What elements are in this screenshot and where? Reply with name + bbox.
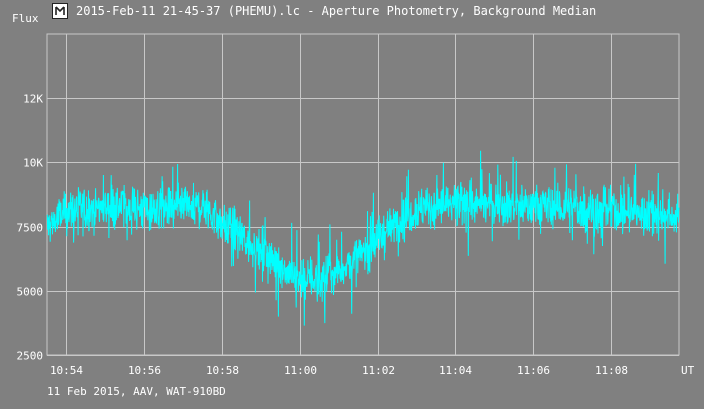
x-tick-label: 10:56 — [128, 364, 161, 377]
y-axis-label: Flux — [12, 12, 39, 25]
series-flux — [46, 150, 680, 326]
x-tick-label: 11:08 — [595, 364, 628, 377]
y-tick-label: 7500 — [17, 222, 44, 235]
x-tick-label: 11:00 — [284, 364, 317, 377]
light-curve-chart: 2500 5000 7500 10K 12K 10:54 10:56 10:58 11:00 11… — [12, 12, 695, 378]
y-tick-label: 12K — [23, 93, 43, 106]
x-tick-label: 11:06 — [517, 364, 550, 377]
x-axis-label: UT — [681, 364, 695, 377]
chart-axes: 2500 5000 7500 10K 12K 10:54 10:56 10:58 11:00 11… — [17, 93, 629, 378]
x-tick-label: 10:54 — [50, 364, 83, 377]
y-tick-label: 2500 — [17, 350, 44, 363]
x-tick-label: 10:58 — [206, 364, 239, 377]
footer-info: 11 Feb 2015, AAV, WAT-910BD — [47, 385, 226, 398]
x-tick-label: 11:02 — [362, 364, 395, 377]
y-tick-label: 5000 — [17, 286, 44, 299]
series-flux-line — [46, 150, 680, 326]
x-tick-label: 11:04 — [439, 364, 472, 377]
y-tick-label: 10K — [23, 157, 43, 170]
